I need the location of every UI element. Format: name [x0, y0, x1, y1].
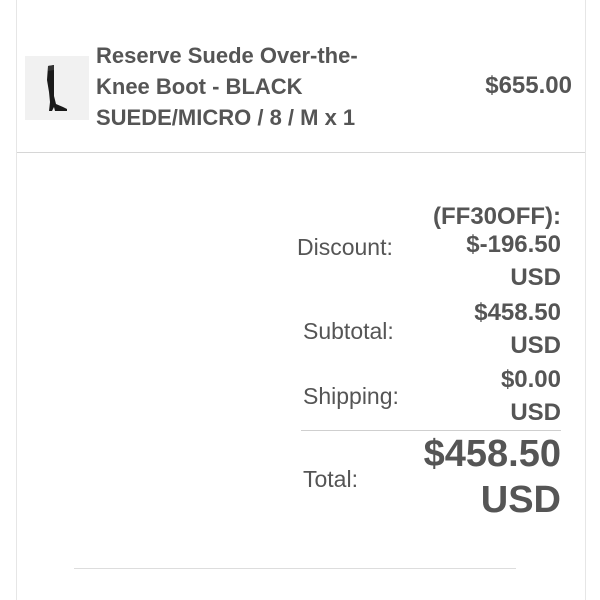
product-variant-line: SUEDE/MICRO / 8 / M x 1 — [96, 105, 356, 130]
totals-section: (FF30OFF): Discount: $-196.50 USD Subtot… — [17, 152, 585, 600]
product-price: $655.00 — [485, 72, 572, 99]
over-the-knee-boot-icon — [47, 65, 67, 111]
product-thumbnail — [25, 56, 89, 120]
discount-currency: USD — [510, 264, 561, 291]
line-item: Reserve Suede Over-the- Knee Boot - BLAC… — [17, 0, 585, 153]
subtotal-amount: $458.50 — [474, 299, 561, 326]
shipping-label: Shipping: — [303, 383, 399, 409]
shipping-amount: $0.00 — [500, 366, 561, 393]
subtotal-currency: USD — [510, 332, 561, 359]
shipping-currency: USD — [510, 399, 561, 426]
total-currency: USD — [480, 479, 561, 521]
discount-amount: $-196.50 — [466, 231, 561, 258]
subtotal-label: Subtotal: — [303, 318, 394, 344]
discount-label: Discount: — [297, 234, 393, 260]
order-summary-panel: Reserve Suede Over-the- Knee Boot - BLAC… — [16, 0, 586, 600]
total-amount: $458.50 — [423, 433, 561, 475]
total-label: Total: — [303, 466, 358, 492]
product-title[interactable]: Reserve Suede Over-the- Knee Boot - BLAC… — [96, 40, 416, 133]
totals-divider — [301, 430, 561, 431]
product-title-line: Reserve Suede Over-the- — [96, 43, 358, 68]
footer-divider — [74, 568, 516, 569]
product-title-line: Knee Boot - BLACK — [96, 74, 303, 99]
